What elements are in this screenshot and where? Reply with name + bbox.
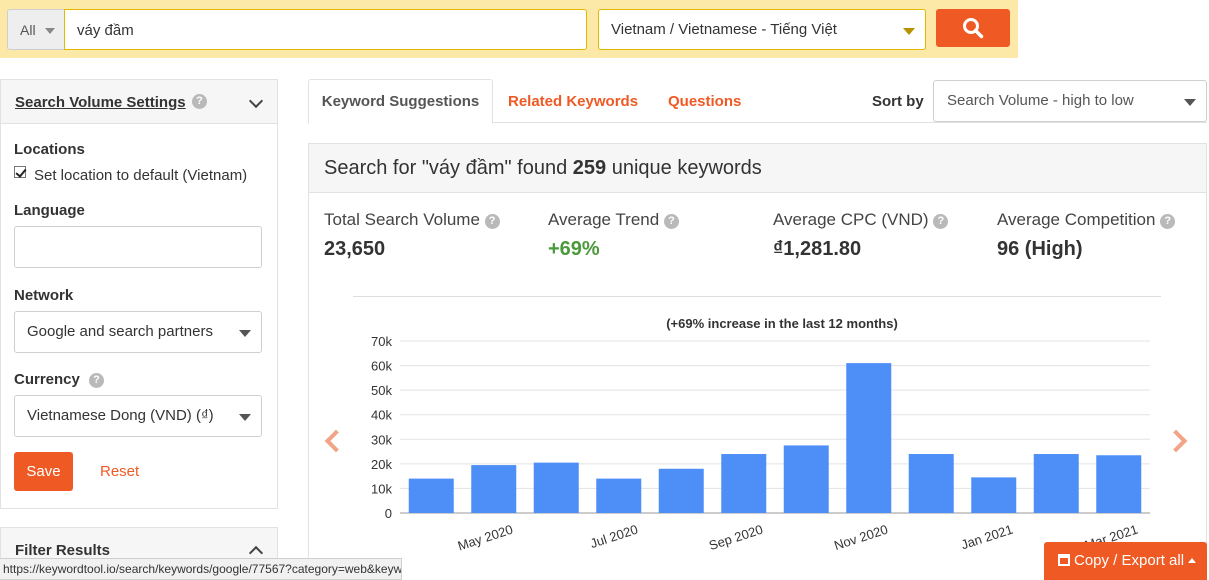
chart-bar [908,454,954,513]
search-input[interactable]: váy đầm [64,9,587,50]
currency-label: Currency ? [14,371,105,388]
browser-status-url: https://keywordtool.io/search/keywords/g… [0,558,402,580]
tab-questions[interactable]: Questions [668,93,741,110]
x-tick-label: Jan 2021 [959,522,1015,553]
location-default-checkbox[interactable] [14,166,26,178]
tab-keyword-suggestions[interactable]: Keyword Suggestions [308,79,493,124]
results-suffix: unique keywords [606,157,762,179]
stat-total-search-volume: Total Search Volume ? 23,650 [324,210,500,261]
chart-bar [721,454,767,513]
chart-bar [471,465,517,513]
network-value: Google and search partners [27,323,213,340]
stat-value: ₫1,281.80 [773,238,862,260]
filter-results-title: Filter Results [15,542,111,559]
app-window: All váy đầm Vietnam / Vietnamese - Tiếng… [0,0,1209,580]
search-button[interactable] [936,9,1010,47]
network-select[interactable]: Google and search partners [14,311,262,353]
chart-bar [596,478,642,513]
x-tick-label: Sep 2020 [707,522,765,553]
language-field[interactable] [14,226,262,268]
clipboard-icon [1058,554,1070,566]
stat-label: Average Competition [997,210,1156,229]
panel-header[interactable]: Search Volume Settings ? [1,80,277,124]
chart-bar [533,462,579,513]
results-count: 259 [572,157,607,179]
currency-label-text: Currency [14,371,80,388]
y-tick-label: 30k [371,432,392,447]
stat-average-trend: Average Trend ? +69% [548,210,679,261]
scope-value: All [20,22,36,38]
chart-bar [1033,454,1079,513]
caret-down-icon [239,330,251,337]
stat-value: +69% [548,238,600,260]
results-prefix: Search for "váy đầm" found [324,157,573,179]
x-tick-label: Jul 2020 [588,522,639,551]
stat-value: 23,650 [324,238,386,260]
results-summary: Search for "váy đầm" found 259 unique ke… [309,144,1206,193]
sort-value: Search Volume - high to low [947,92,1134,109]
language-label: Language [14,202,85,219]
tab-related-keywords[interactable]: Related Keywords [508,93,638,110]
chart-bar [971,477,1017,513]
trend-bar-chart: (+69% increase in the last 12 months) 0 10… [371,316,1150,554]
location-default-label[interactable]: Set location to default (Vietnam) [34,167,247,184]
chart-bar [658,468,704,513]
y-tick-label: 60k [371,359,392,374]
locations-label: Locations [14,141,85,158]
sort-label: Sort by [872,93,924,110]
help-icon[interactable]: ? [1160,214,1176,229]
y-tick-label: 70k [371,334,392,349]
stat-label: Total Search Volume [324,210,480,229]
stat-label: Average Trend [548,210,660,229]
save-button[interactable]: Save [14,452,73,491]
caret-down-icon [239,414,251,421]
stat-average-cpc: Average CPC (VND) ? ₫1,281.80 [773,210,949,261]
language-value: Vietnam / Vietnamese - Tiếng Việt [611,21,837,38]
caret-down-icon [1184,99,1196,106]
sort-select[interactable]: Search Volume - high to low [933,80,1207,122]
caret-down-icon [45,28,55,34]
reset-link[interactable]: Reset [100,463,139,480]
chevron-down-icon[interactable] [248,93,264,109]
currency-select[interactable]: Vietnamese Dong (VND) (₫) [14,395,262,437]
language-select[interactable]: Vietnam / Vietnamese - Tiếng Việt [598,9,926,50]
stat-value: 96 (High) [997,238,1083,260]
y-tick-label: 10k [371,481,392,496]
panel-title[interactable]: Search Volume Settings [15,94,186,111]
chart-bar [846,363,892,513]
y-tick-label: 40k [371,408,392,423]
divider [353,296,1161,297]
caret-down-icon [903,28,915,35]
chart-bar [408,478,454,513]
y-tick-label: 50k [371,383,392,398]
caret-up-icon [1188,558,1197,563]
y-tick-label: 0 [385,506,392,521]
stat-average-competition: Average Competition ? 96 (High) [997,210,1176,261]
scope-select[interactable]: All [7,9,65,50]
help-icon[interactable]: ? [192,94,207,109]
export-label: Copy / Export all [1074,552,1185,569]
chart-bar [1096,455,1142,513]
y-tick-label: 20k [371,457,392,472]
search-icon [963,18,984,39]
help-icon[interactable]: ? [933,214,949,229]
stat-label: Average CPC (VND) [773,210,929,229]
chart-title: (+69% increase in the last 12 months) [666,316,898,331]
help-icon[interactable]: ? [89,373,105,388]
help-icon[interactable]: ? [484,214,500,229]
network-label: Network [14,287,74,304]
x-tick-label: Nov 2020 [832,522,890,553]
search-bar: All váy đầm Vietnam / Vietnamese - Tiếng… [0,0,1018,58]
copy-export-all-button[interactable]: Copy / Export all [1044,542,1207,580]
chart-bar [783,445,829,513]
currency-value: Vietnamese Dong (VND) (₫) [27,407,214,424]
x-tick-label: May 2020 [456,522,515,554]
help-icon[interactable]: ? [663,214,679,229]
